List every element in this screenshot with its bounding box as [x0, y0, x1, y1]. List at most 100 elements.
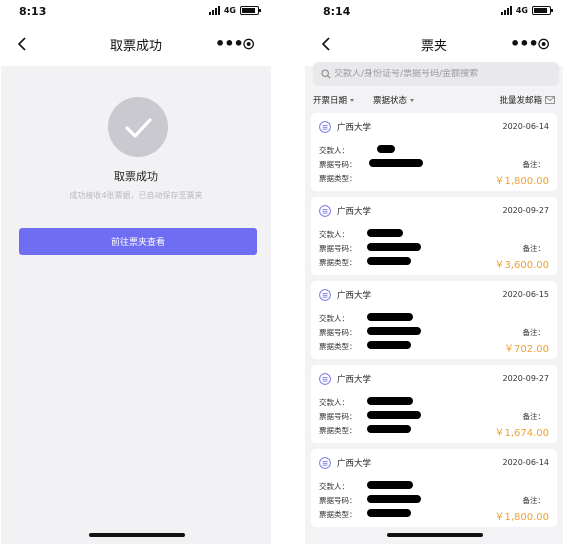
- ticket-card[interactable]: 广西大学 2020-09-27 交款人： 票据号码： 票据类型： 备注： ￥3,600.00: [311, 197, 557, 275]
- ticket-amount: ￥702.00: [504, 344, 549, 355]
- home-indicator: [387, 533, 483, 537]
- filter-bar: 开票日期 票据状态 批量发邮箱: [305, 92, 563, 108]
- right-screen: 8:14 4G 票夹 ••• 开票日期: [305, 0, 563, 544]
- ticket-card[interactable]: 广西大学 2020-09-27 交款人： 票据号码： 票据类型： 备注： ￥1,674.00: [311, 365, 557, 443]
- ticket-date: 2020-06-15: [502, 290, 550, 299]
- redacted-payer: [367, 397, 413, 405]
- ticket-card[interactable]: 广西大学 2020-06-14 交款人： 票据号码： 票据类型： 备注： ￥1,800.00: [311, 113, 557, 191]
- school-name: 广西大学: [337, 123, 372, 133]
- search-bar[interactable]: [313, 62, 559, 86]
- school-icon: [319, 121, 331, 133]
- school-icon: [319, 457, 331, 469]
- ticket-type-label: 票据类型：: [319, 510, 357, 519]
- success-description: 成功接收4张票据，已自动保存至票夹: [69, 191, 203, 200]
- network-type: 4G: [223, 6, 236, 15]
- ticket-date: 2020-09-27: [502, 206, 550, 215]
- mail-icon: [545, 96, 555, 104]
- left-screen: 8:13 4G 取票成功 ••• 取票成功 成功接收4张票据，已自动保存至票夹 …: [1, 0, 271, 544]
- more-icon[interactable]: •••: [215, 36, 244, 52]
- status-bar: 8:14 4G: [305, 0, 563, 22]
- redacted-number: [369, 159, 423, 167]
- ticket-number-label: 票据号码：: [319, 328, 357, 337]
- status-time: 8:13: [19, 5, 47, 18]
- redacted-type: [367, 341, 411, 349]
- signal-icon: [500, 6, 512, 15]
- filter-invoice-date[interactable]: 开票日期: [313, 94, 355, 106]
- redacted-payer: [367, 481, 413, 489]
- signal-icon: [208, 6, 220, 15]
- status-bar: 8:13 4G: [1, 0, 271, 22]
- ticket-number-label: 票据号码：: [319, 496, 357, 505]
- ticket-card[interactable]: 广西大学 2020-06-15 交款人： 票据号码： 票据类型： 备注： ￥702.00: [311, 281, 557, 359]
- redacted-type: [367, 257, 411, 265]
- payer-label: 交款人：: [319, 314, 349, 323]
- ticket-number-label: 票据号码：: [319, 160, 357, 169]
- filter-invoice-date-label: 开票日期: [313, 96, 348, 106]
- close-mini-program-icon[interactable]: [243, 37, 254, 51]
- ticket-amount: ￥1,800.00: [494, 512, 549, 523]
- redacted-payer: [367, 229, 403, 237]
- close-mini-program-icon[interactable]: [538, 37, 549, 51]
- network-type: 4G: [515, 6, 528, 15]
- ticket-card[interactable]: 广西大学 2020-06-14 交款人： 票据号码： 票据类型： 备注： ￥1,800.00: [311, 449, 557, 527]
- remark-label: 备注：: [522, 412, 546, 421]
- payer-label: 交款人：: [319, 398, 349, 407]
- ticket-type-label: 票据类型：: [319, 174, 357, 183]
- school-name: 广西大学: [337, 375, 372, 385]
- filter-ticket-status[interactable]: 票据状态: [373, 94, 415, 106]
- ticket-date: 2020-09-27: [502, 374, 550, 383]
- school-name: 广西大学: [337, 291, 372, 301]
- ticket-type-label: 票据类型：: [319, 426, 357, 435]
- school-icon: [319, 373, 331, 385]
- remark-label: 备注：: [522, 160, 546, 169]
- success-title: 取票成功: [114, 170, 158, 183]
- ticket-type-label: 票据类型：: [319, 258, 357, 267]
- ticket-number-label: 票据号码：: [319, 244, 357, 253]
- chevron-down-icon: [350, 98, 355, 102]
- ticket-number-label: 票据号码：: [319, 412, 357, 421]
- success-icon: [108, 97, 168, 157]
- status-indicators: 4G: [500, 6, 553, 15]
- ticket-type-label: 票据类型：: [319, 342, 357, 351]
- chevron-down-icon: [410, 98, 415, 102]
- batch-send-email[interactable]: 批量发邮箱: [499, 94, 555, 106]
- school-icon: [319, 205, 331, 217]
- remark-label: 备注：: [522, 496, 546, 505]
- status-indicators: 4G: [208, 6, 261, 15]
- nav-bar: 取票成功 •••: [1, 22, 271, 66]
- filter-ticket-status-label: 票据状态: [373, 96, 408, 106]
- nav-bar: 票夹 •••: [305, 22, 563, 66]
- redacted-payer: [367, 313, 413, 321]
- home-indicator: [89, 533, 185, 537]
- mini-program-capsule: •••: [206, 33, 258, 55]
- ticket-amount: ￥3,600.00: [494, 260, 549, 271]
- redacted-number: [367, 411, 421, 419]
- remark-label: 备注：: [522, 328, 546, 337]
- school-name: 广西大学: [337, 459, 372, 469]
- ticket-date: 2020-06-14: [502, 122, 550, 131]
- battery-icon: [532, 6, 553, 15]
- redacted-number: [367, 327, 421, 335]
- more-icon[interactable]: •••: [510, 36, 539, 52]
- search-input[interactable]: [334, 69, 554, 79]
- school-name: 广西大学: [337, 207, 372, 217]
- search-icon: [321, 69, 331, 79]
- school-icon: [319, 289, 331, 301]
- battery-icon: [240, 6, 261, 15]
- ticket-amount: ￥1,800.00: [494, 176, 549, 187]
- remark-label: 备注：: [522, 244, 546, 253]
- redacted-type: [367, 425, 411, 433]
- payer-label: 交款人：: [319, 482, 349, 491]
- batch-send-email-label: 批量发邮箱: [499, 96, 542, 106]
- ticket-date: 2020-06-14: [502, 458, 550, 467]
- view-ticket-folder-button[interactable]: 前往票夹查看: [19, 228, 257, 255]
- redacted-type: [367, 509, 411, 517]
- ticket-amount: ￥1,674.00: [494, 428, 549, 439]
- redacted-payer: [377, 145, 395, 153]
- payer-label: 交款人：: [319, 230, 349, 239]
- payer-label: 交款人：: [319, 146, 349, 155]
- mini-program-capsule: •••: [501, 33, 553, 55]
- redacted-number: [367, 243, 421, 251]
- status-time: 8:14: [323, 5, 351, 18]
- redacted-number: [367, 495, 421, 503]
